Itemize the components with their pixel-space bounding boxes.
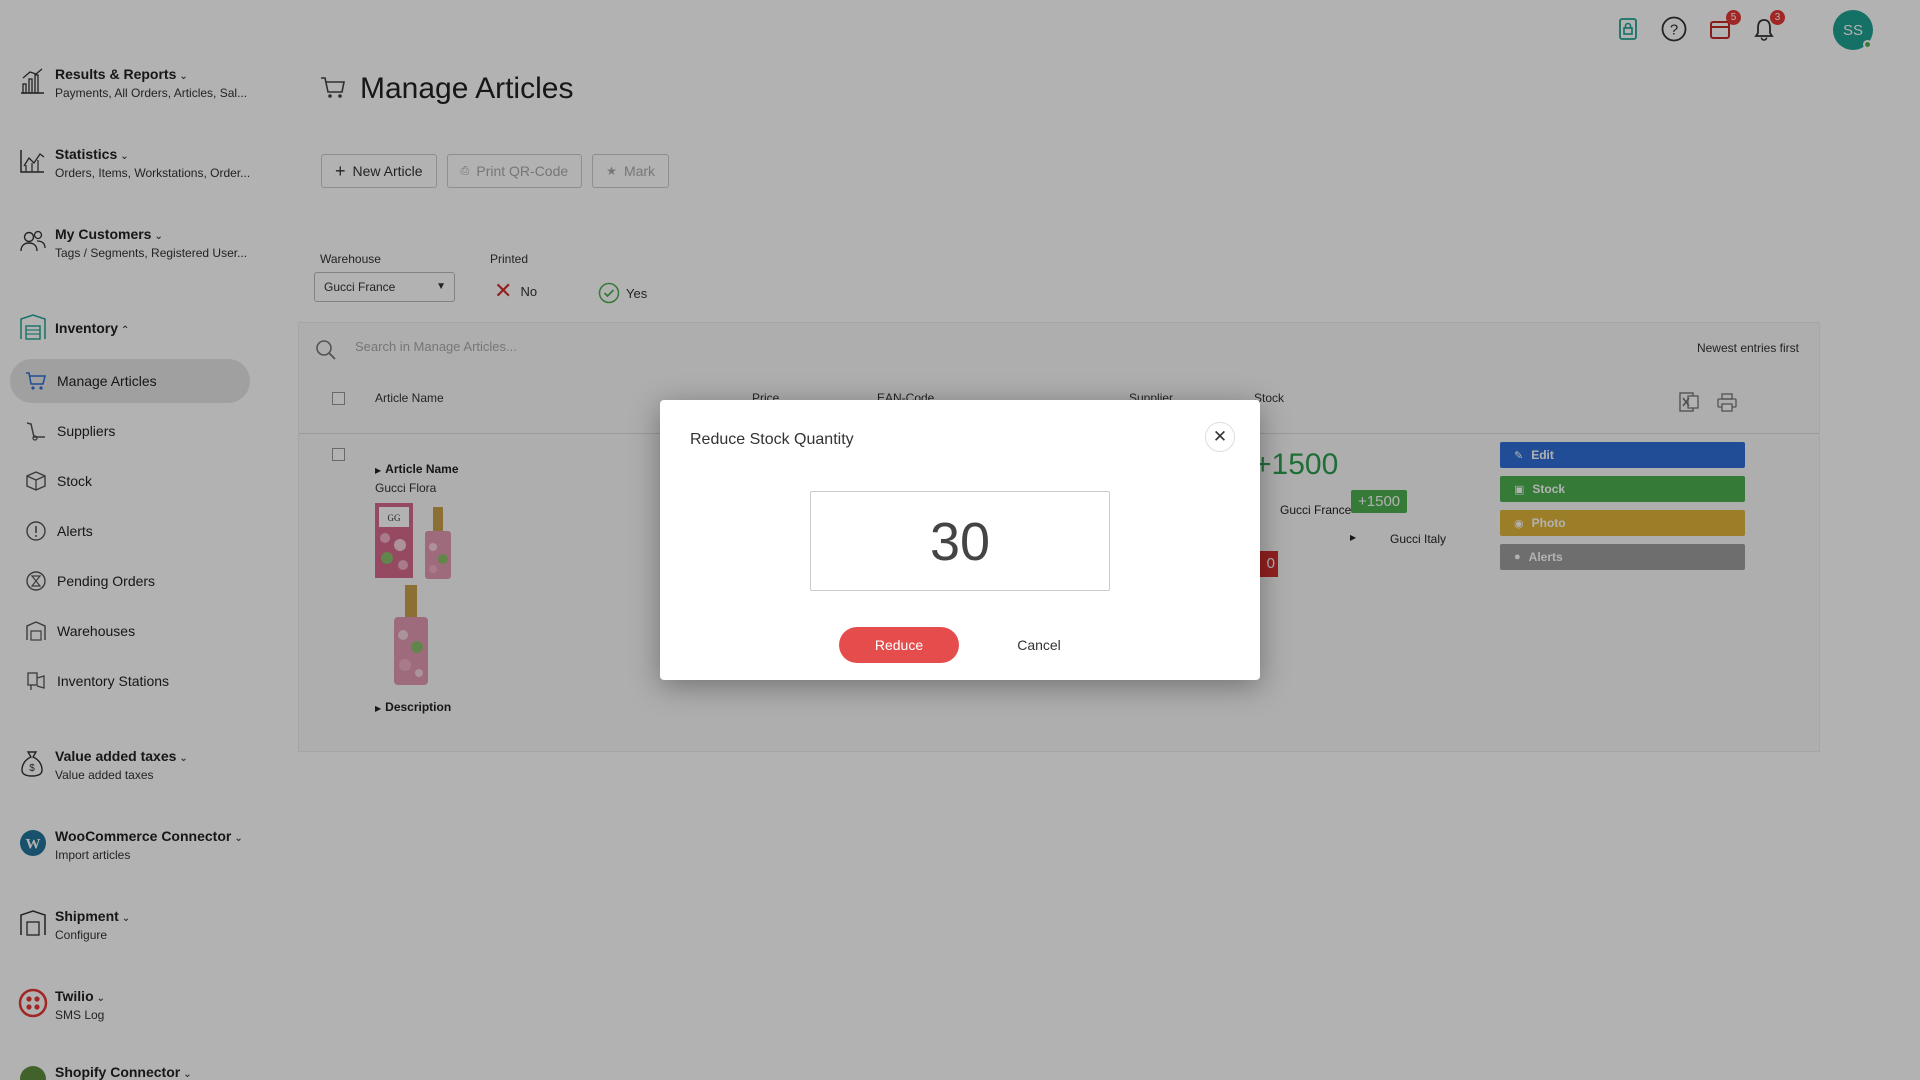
close-button[interactable]: ✕ (1205, 422, 1235, 452)
close-icon: ✕ (1212, 427, 1228, 446)
reduce-button[interactable]: Reduce (839, 627, 959, 663)
dialog-title: Reduce Stock Quantity (690, 431, 854, 448)
quantity-input[interactable]: 30 (810, 491, 1110, 591)
reduce-stock-dialog: Reduce Stock Quantity ✕ 30 Reduce Cancel (660, 400, 1260, 680)
cancel-button[interactable]: Cancel (994, 627, 1084, 663)
